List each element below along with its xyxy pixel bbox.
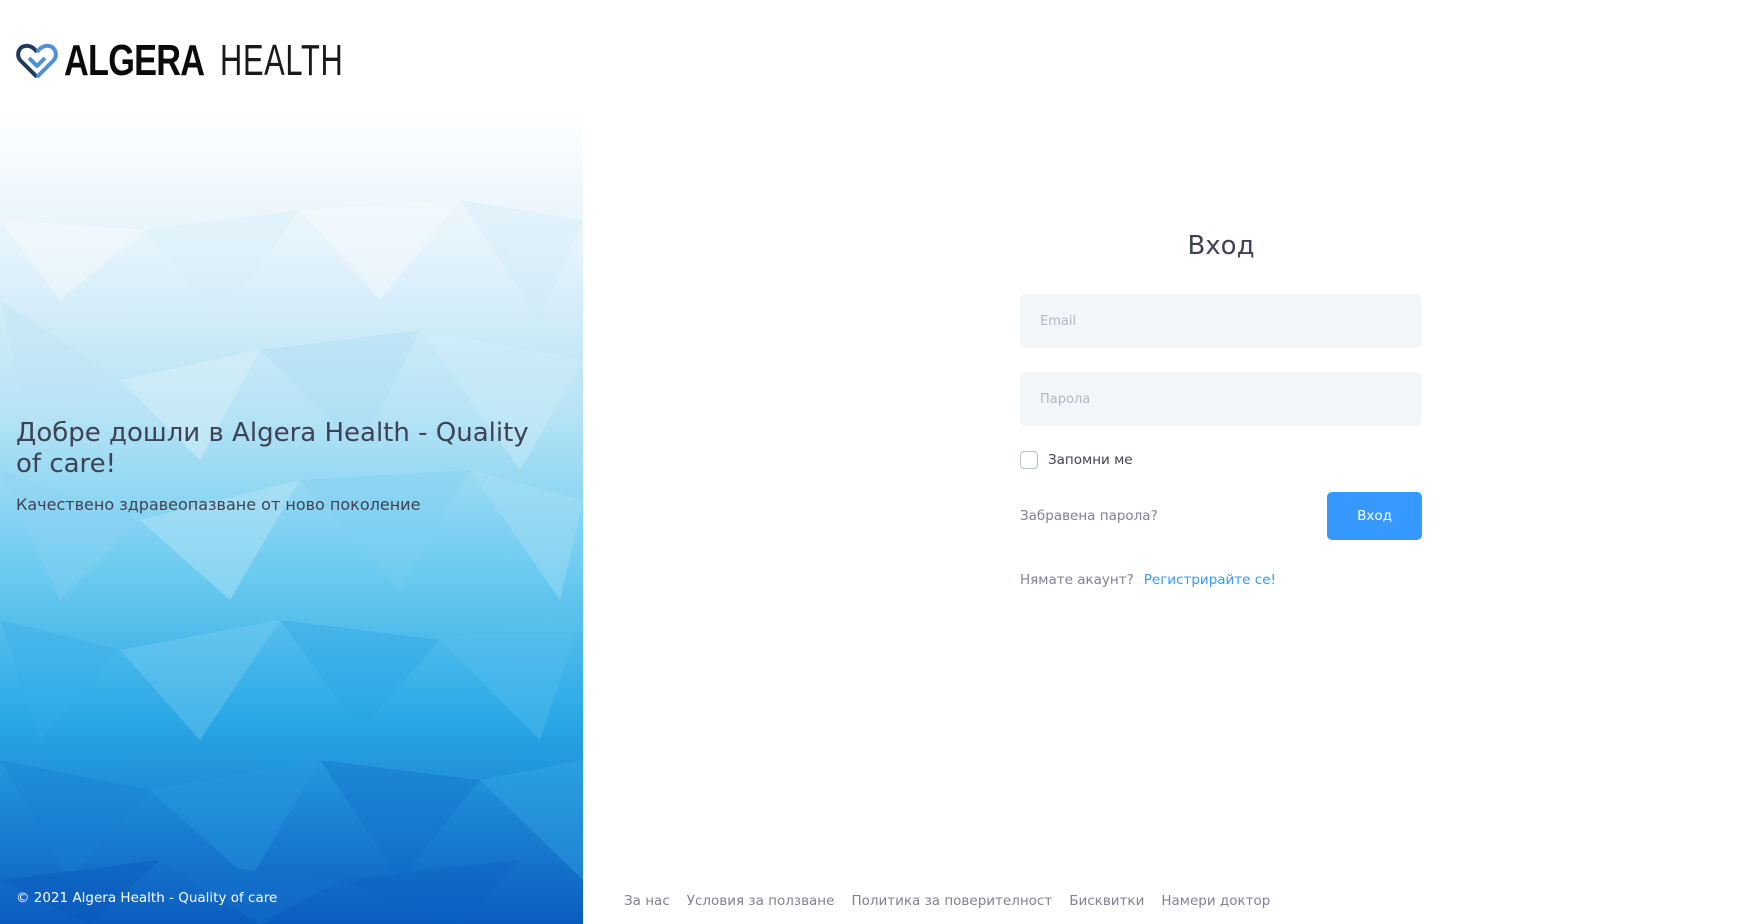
heart-logo-icon — [16, 43, 58, 79]
footer-link-terms[interactable]: Условия за ползване — [687, 893, 835, 909]
login-form: Вход Запомни ме Забравена парола? Вход Н… — [1020, 228, 1422, 588]
register-link[interactable]: Регистрирайте се! — [1144, 572, 1276, 588]
signup-row: Нямате акаунт? Регистрирайте се! — [1020, 572, 1422, 588]
welcome-subtitle: Качествено здравеопазване от ново поколе… — [16, 495, 421, 515]
email-input[interactable] — [1020, 294, 1422, 348]
footer-link-cookies[interactable]: Бисквитки — [1069, 893, 1144, 909]
login-button[interactable]: Вход — [1327, 492, 1422, 540]
no-account-text: Нямате акаунт? — [1020, 572, 1134, 588]
login-title: Вход — [1187, 231, 1255, 261]
footer-link-about[interactable]: За нас — [624, 893, 670, 909]
aside-panel: ALGERA HEALTH Добре дошли в Algera Healt… — [0, 0, 583, 924]
footer-links: За нас Условия за ползване Политика за п… — [624, 893, 1270, 909]
form-actions: Забравена парола? Вход — [1020, 492, 1422, 540]
login-page: ALGERA HEALTH Добре дошли в Algera Healt… — [0, 0, 1745, 924]
welcome-title: Добре дошли в Algera Health - Quality of… — [16, 418, 529, 479]
brand-name: ALGERA HEALTH — [64, 39, 396, 83]
footer-link-find-doctor[interactable]: Намери доктор — [1161, 893, 1270, 909]
brand-name-light: HEALTH — [219, 36, 344, 85]
remember-me[interactable]: Запомни ме — [1020, 450, 1422, 470]
brand-logo[interactable]: ALGERA HEALTH — [16, 38, 396, 84]
brand-name-strong: ALGERA — [64, 36, 205, 85]
aside-content: Добре дошли в Algera Health - Quality of… — [16, 418, 556, 514]
copyright-text: © 2021 Algera Health - Quality of care — [16, 890, 278, 906]
forgot-password-link[interactable]: Забравена парола? — [1020, 508, 1158, 524]
remember-label: Запомни ме — [1048, 452, 1133, 468]
remember-checkbox[interactable] — [1020, 451, 1038, 469]
footer-link-privacy[interactable]: Политика за поверителност — [851, 893, 1052, 909]
password-input[interactable] — [1020, 372, 1422, 426]
